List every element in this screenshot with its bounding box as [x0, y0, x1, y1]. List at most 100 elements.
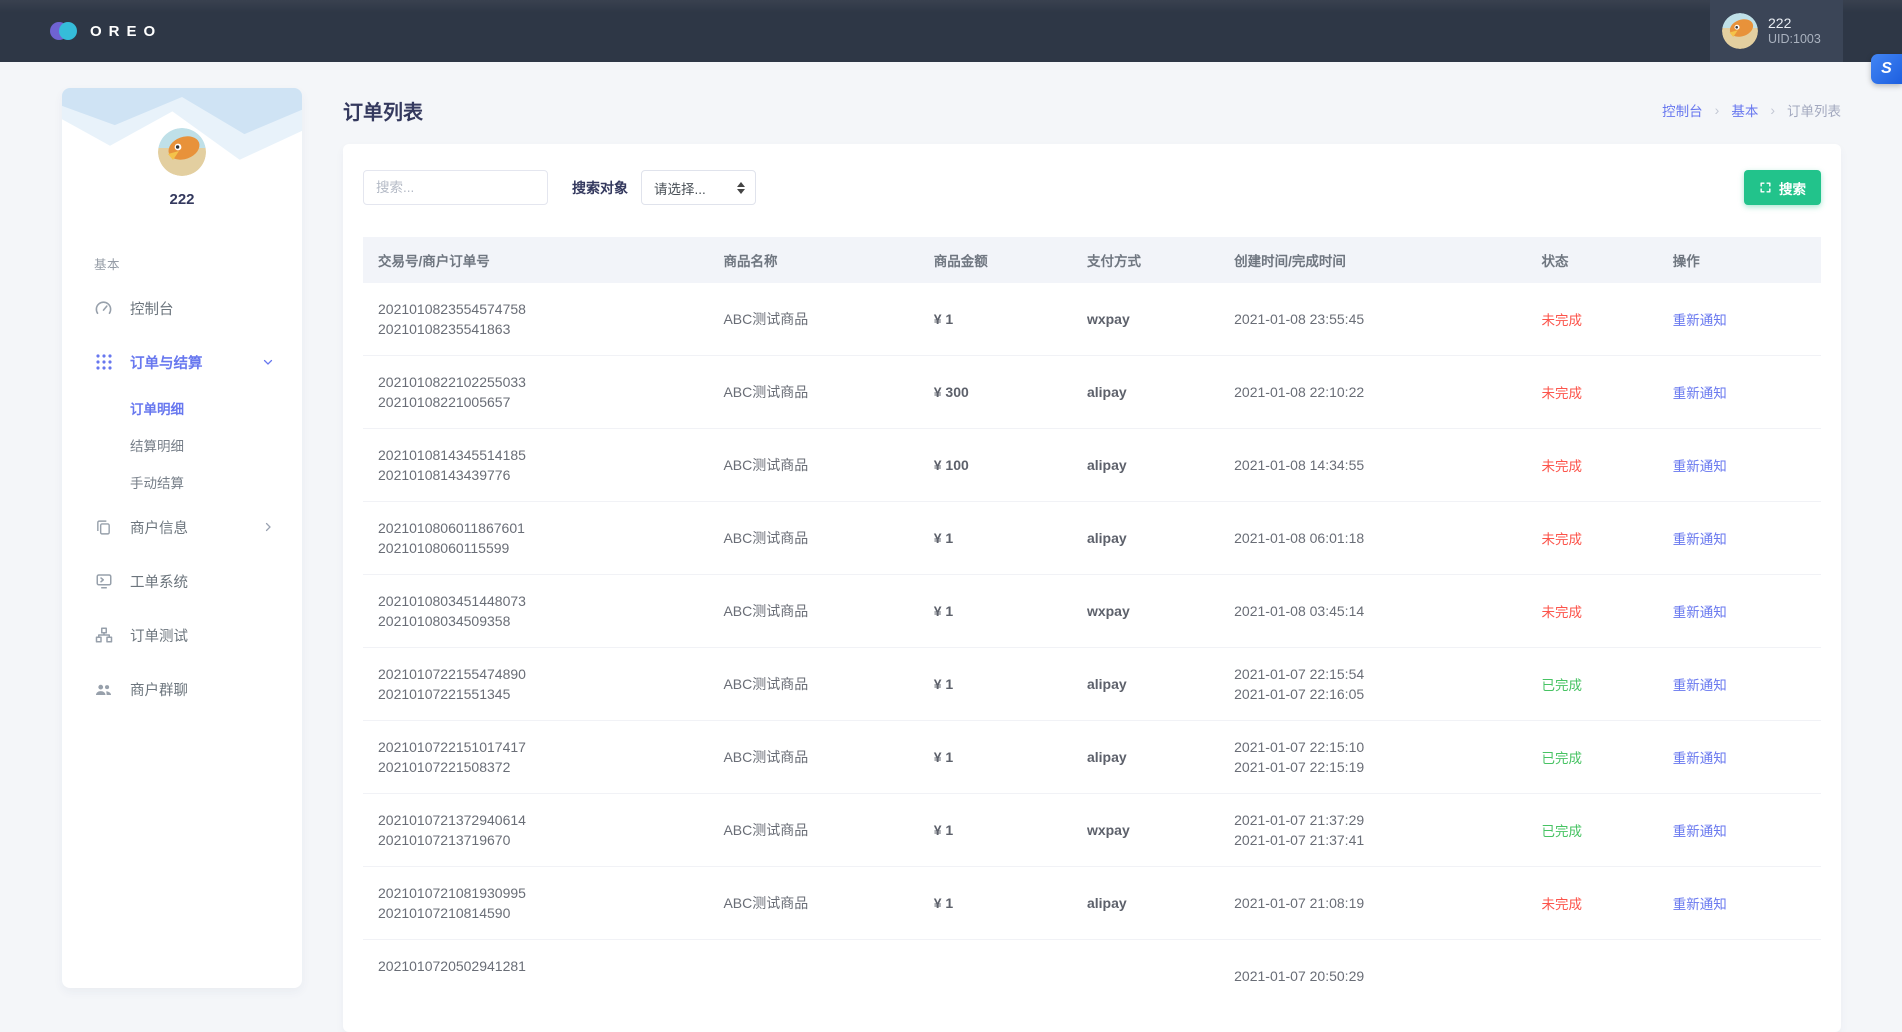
- chevron-right-icon: [262, 521, 274, 533]
- users-icon: [94, 680, 113, 699]
- status-badge: 未完成: [1542, 313, 1583, 328]
- sidebar-item-merchant-chat[interactable]: 商户群聊: [62, 662, 302, 716]
- cell-time: 2021-01-07 21:08:19: [1219, 867, 1526, 940]
- breadcrumb-item-basic[interactable]: 基本: [1731, 100, 1758, 120]
- sidebar-subitem-settlement-detail[interactable]: 结算明细: [62, 426, 302, 463]
- cell-order-numbers: 202101080345144807320210108034509358: [363, 575, 708, 648]
- renotify-link[interactable]: 重新通知: [1673, 532, 1727, 547]
- cell-order-numbers: 202101082355457475820210108235541863: [363, 283, 708, 356]
- cell-status: 未完成: [1527, 502, 1658, 575]
- cell-amount: ¥ 300: [919, 356, 1072, 429]
- cell-product: ABC测试商品: [708, 356, 918, 429]
- navbar-user-name: 222: [1768, 15, 1821, 32]
- sidebar-subitem-order-detail[interactable]: 订单明细: [62, 389, 302, 426]
- sidebar-item-label: 工单系统: [130, 571, 188, 592]
- renotify-link[interactable]: 重新通知: [1673, 459, 1727, 474]
- cell-pay-method: alipay: [1072, 502, 1219, 575]
- col-header-action: 操作: [1658, 237, 1821, 283]
- cell-time: 2021-01-08 14:34:55: [1219, 429, 1526, 502]
- cell-status: 未完成: [1527, 429, 1658, 502]
- renotify-link[interactable]: 重新通知: [1673, 751, 1727, 766]
- renotify-link[interactable]: 重新通知: [1673, 678, 1727, 693]
- search-button-icon: [1759, 181, 1772, 194]
- cell-time: 2021-01-08 06:01:18: [1219, 502, 1526, 575]
- renotify-link[interactable]: 重新通知: [1673, 824, 1727, 839]
- cell-action: 重新通知: [1658, 356, 1821, 429]
- cell-order-numbers: 202101072215547489020210107221551345: [363, 648, 708, 721]
- sidebar-item-label: 商户群聊: [130, 679, 188, 700]
- status-badge: 已完成: [1542, 751, 1583, 766]
- cell-amount: ¥ 1: [919, 721, 1072, 794]
- search-target-select[interactable]: 请选择...: [641, 170, 756, 205]
- cell-amount: ¥ 1: [919, 648, 1072, 721]
- col-header-pay-method: 支付方式: [1072, 237, 1219, 283]
- cell-time: 2021-01-07 20:50:29: [1219, 940, 1526, 1013]
- cell-status: 未完成: [1527, 575, 1658, 648]
- table-row: 202101081434551418520210108143439776 ABC…: [363, 429, 1821, 502]
- navbar-user-uid: UID:1003: [1768, 32, 1821, 47]
- cell-pay-method: alipay: [1072, 721, 1219, 794]
- sidebar-item-ticket-system[interactable]: 工单系统: [62, 554, 302, 608]
- table-row: 202101072137294061420210107213719670 ABC…: [363, 794, 1821, 867]
- cell-amount: ¥ 1: [919, 575, 1072, 648]
- sidebar-item-merchant-info[interactable]: 商户信息: [62, 500, 302, 554]
- search-input[interactable]: [363, 170, 548, 205]
- search-button[interactable]: 搜索: [1744, 170, 1821, 205]
- sidebar-subitem-manual-settlement[interactable]: 手动结算: [62, 463, 302, 500]
- cell-time: 2021-01-07 22:15:542021-01-07 22:16:05: [1219, 648, 1526, 721]
- cell-order-numbers: 202101082210225503320210108221005657: [363, 356, 708, 429]
- copy-file-icon: [94, 518, 113, 537]
- breadcrumb-item-dashboard[interactable]: 控制台: [1662, 100, 1703, 120]
- cell-action: 重新通知: [1658, 867, 1821, 940]
- cell-pay-method: alipay: [1072, 867, 1219, 940]
- sidebar-item-label: 商户信息: [130, 517, 188, 538]
- breadcrumb-item-current: 订单列表: [1787, 100, 1841, 120]
- cell-product: ABC测试商品: [708, 429, 918, 502]
- renotify-link[interactable]: 重新通知: [1673, 386, 1727, 401]
- brand-logo-icon: [50, 22, 80, 40]
- sidebar-avatar: [158, 128, 206, 176]
- sidebar-item-orders-settlement[interactable]: 订单与结算: [62, 335, 302, 389]
- gauge-icon: [94, 299, 113, 318]
- cell-product: ABC测试商品: [708, 794, 918, 867]
- navbar-avatar: [1722, 13, 1758, 49]
- col-header-trade-no: 交易号/商户订单号: [363, 237, 708, 283]
- cell-order-numbers: 202101072215101741720210107221508372: [363, 721, 708, 794]
- top-navbar: OREO 222 UID:1003: [0, 0, 1902, 62]
- sidebar-subitem-label: 订单明细: [130, 398, 184, 418]
- cell-order-numbers: 202101072137294061420210107213719670: [363, 794, 708, 867]
- table-row: 202101082355457475820210108235541863 ABC…: [363, 283, 1821, 356]
- cell-pay-method: wxpay: [1072, 283, 1219, 356]
- cell-status: 已完成: [1527, 648, 1658, 721]
- cell-time: 2021-01-07 21:37:292021-01-07 21:37:41: [1219, 794, 1526, 867]
- grid-dots-icon: [94, 353, 113, 372]
- renotify-link[interactable]: 重新通知: [1673, 313, 1727, 328]
- cell-status: 已完成: [1527, 721, 1658, 794]
- cell-amount: ¥ 1: [919, 502, 1072, 575]
- sidebar-item-label: 控制台: [130, 298, 174, 319]
- cell-action: 重新通知: [1658, 429, 1821, 502]
- sidebar-item-dashboard[interactable]: 控制台: [62, 281, 302, 335]
- table-row: 2021010720502941281 2021-01-07 20:50:29: [363, 940, 1821, 1013]
- page-header: 订单列表 控制台 › 基本 › 订单列表: [343, 92, 1841, 128]
- cell-product: ABC测试商品: [708, 648, 918, 721]
- cell-action: 重新通知: [1658, 502, 1821, 575]
- status-badge: 未完成: [1542, 605, 1583, 620]
- search-target-label: 搜索对象: [572, 178, 628, 198]
- breadcrumb-separator: ›: [1770, 102, 1775, 118]
- renotify-link[interactable]: 重新通知: [1673, 605, 1727, 620]
- cell-pay-method: [1072, 940, 1219, 1013]
- table-row: 202101072215101741720210107221508372 ABC…: [363, 721, 1821, 794]
- col-header-amount: 商品金额: [919, 237, 1072, 283]
- navbar-user-menu[interactable]: 222 UID:1003: [1710, 0, 1843, 62]
- renotify-link[interactable]: 重新通知: [1673, 897, 1727, 912]
- sidebar-subitem-label: 结算明细: [130, 435, 184, 455]
- sidebar-item-order-test[interactable]: 订单测试: [62, 608, 302, 662]
- cell-action: 重新通知: [1658, 575, 1821, 648]
- brand-logo[interactable]: OREO: [0, 22, 162, 40]
- cell-time: 2021-01-08 22:10:22: [1219, 356, 1526, 429]
- page-title: 订单列表: [343, 96, 423, 125]
- side-panel-icon[interactable]: S: [1871, 54, 1902, 84]
- sidebar-item-label: 订单与结算: [130, 352, 203, 373]
- orders-table: 交易号/商户订单号 商品名称 商品金额 支付方式 创建时间/完成时间 状态 操作…: [363, 237, 1821, 1012]
